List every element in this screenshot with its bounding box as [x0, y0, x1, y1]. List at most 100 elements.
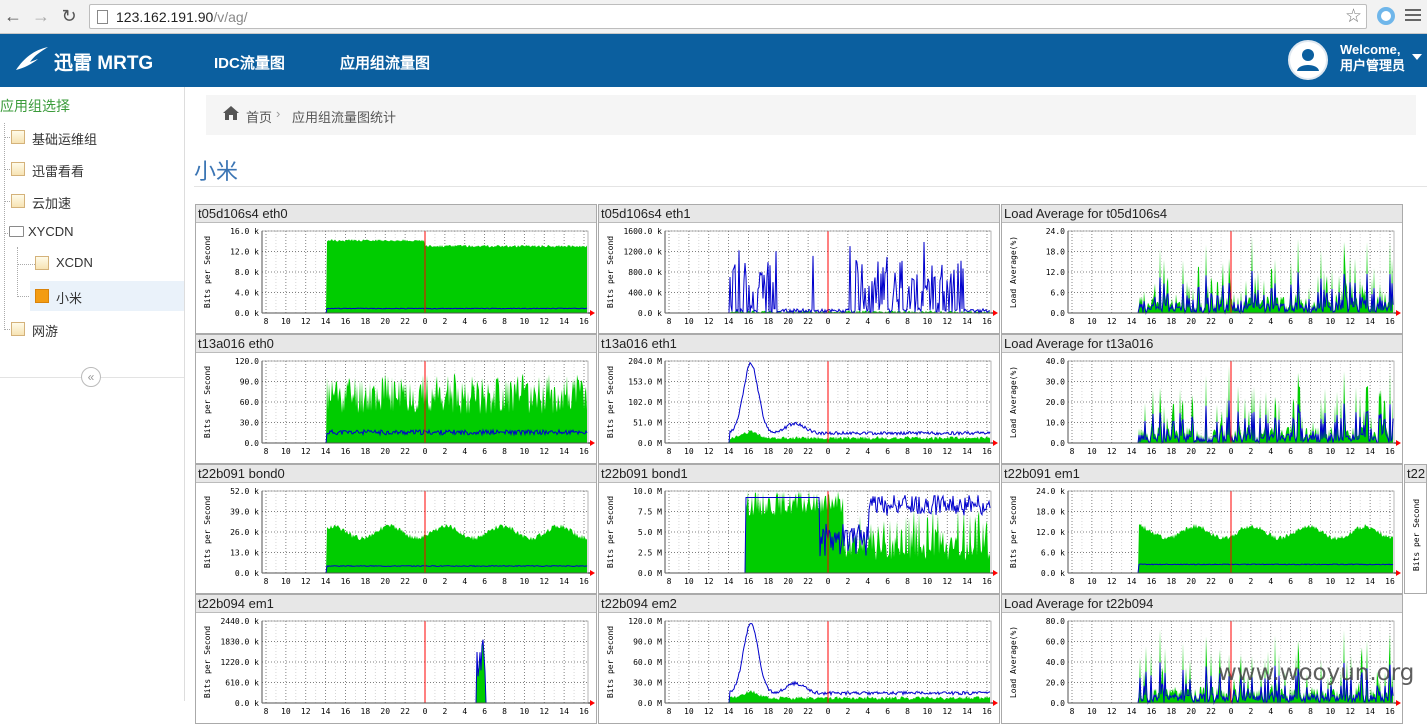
x-tick-label: 12: [942, 577, 952, 586]
browser-menu-icon[interactable]: [1405, 6, 1421, 24]
graph-title: t22b091 bond1: [599, 465, 999, 483]
sidebar-item-base-ops[interactable]: 基础运维组: [0, 122, 184, 152]
x-tick-label: 8: [667, 577, 672, 586]
user-menu[interactable]: Welcome, 用户管理员: [1340, 42, 1405, 74]
x-tick-label: 18: [1167, 447, 1177, 456]
x-tick-label: 10: [923, 317, 933, 326]
x-tick-label: 12: [539, 447, 549, 456]
sidebar-item-xcdn[interactable]: XCDN: [30, 248, 184, 278]
x-tick-label: 10: [684, 577, 694, 586]
traffic-graph[interactable]: t05d106s4 eth0 Bits per Second 16.0 k 12.0 …: [195, 204, 597, 334]
y-tick-label: 18.0: [1046, 248, 1065, 257]
x-tick-label: 16: [982, 577, 992, 586]
traffic-graph[interactable]: Load Average for t13a016 Load Average(%) 4…: [1001, 334, 1403, 464]
traffic-graph[interactable]: Load Average for t22b094 Load Average(%) 8…: [1001, 594, 1403, 724]
back-arrow-icon[interactable]: ←: [2, 5, 24, 27]
x-tick-label: 8: [905, 447, 910, 456]
user-avatar[interactable]: [1288, 40, 1328, 80]
home-icon[interactable]: [222, 105, 240, 121]
x-tick-label: 4: [462, 447, 467, 456]
x-tick-label: 14: [321, 707, 331, 716]
x-tick-label: 0: [1229, 447, 1234, 456]
x-tick-label: 2: [442, 707, 447, 716]
y-tick-label: 12.0 k: [1036, 528, 1065, 537]
traffic-graph-partial[interactable]: t22 Bits per Second: [1404, 464, 1427, 594]
user-icon: [1297, 49, 1319, 71]
x-tick-label: 18: [361, 707, 371, 716]
x-tick-label: 12: [704, 447, 714, 456]
forward-arrow-icon[interactable]: →: [30, 5, 52, 27]
nav-idc-traffic[interactable]: IDC流量图: [214, 52, 285, 73]
traffic-graph[interactable]: t22b091 bond1 Bits per Second 10.0 M 7.5 M 5…: [598, 464, 1000, 594]
graph-plot: Bits per Second1600.0 k1200.0 k800.0 k40…: [599, 223, 999, 333]
brand-name[interactable]: 迅雷 MRTG: [54, 48, 153, 75]
x-tick-label: 4: [462, 577, 467, 586]
caret-down-icon[interactable]: [1412, 54, 1422, 60]
x-tick-label: 22: [1206, 317, 1216, 326]
y-axis-label: Load Average(%): [1009, 366, 1018, 438]
sidebar-item-label: 小米: [56, 291, 83, 306]
x-tick-label: 14: [724, 577, 734, 586]
sidebar-collapse-button[interactable]: «: [81, 367, 101, 387]
y-tick-label: 30.0: [240, 419, 259, 428]
x-tick-label: 8: [1308, 707, 1313, 716]
x-tick-label: 14: [559, 577, 569, 586]
x-tick-label: 6: [1288, 707, 1293, 716]
sidebar-item-online-games[interactable]: 网游: [0, 314, 184, 344]
breadcrumb-home[interactable]: 首页: [246, 107, 272, 126]
y-tick-label: 153.0 M: [628, 378, 662, 387]
x-tick-label: 8: [1070, 447, 1075, 456]
x-tick-label: 6: [482, 707, 487, 716]
x-tick-label: 20: [380, 577, 390, 586]
y-tick-label: 1600.0 k: [623, 227, 662, 236]
x-tick-label: 14: [724, 447, 734, 456]
x-tick-label: 20: [380, 707, 390, 716]
y-tick-label: 0.0 k: [235, 569, 259, 578]
sidebar-item-cloud-accel[interactable]: 云加速: [0, 186, 184, 216]
y-tick-label: 7.5 M: [638, 508, 662, 517]
graph-plot: Load Average(%) 40.0 30.0 20.0 10.0 0.0 8 10 12 1…: [1002, 353, 1402, 463]
x-tick-label: 12: [301, 577, 311, 586]
y-tick-label: 1200.0 k: [623, 248, 662, 257]
traffic-graph[interactable]: t22b094 em1 Bits per Second 2440.0 k 1830.0…: [195, 594, 597, 724]
x-tick-label: 6: [482, 317, 487, 326]
sidebar-item-xunlei-kankan[interactable]: 迅雷看看: [0, 154, 184, 184]
sidebar-item-label: 云加速: [32, 196, 72, 211]
traffic-graph[interactable]: t22b091 bond0 Bits per Second 52.0 k 39.0 k…: [195, 464, 597, 594]
x-tick-label: 8: [264, 447, 269, 456]
traffic-graph[interactable]: t22b094 em2 Bits per Second 120.0 M 90.0 M6…: [598, 594, 1000, 724]
graph-title: t13a016 eth0: [196, 335, 596, 353]
x-tick-label: 18: [361, 447, 371, 456]
watermark: www.wooyun.org: [1218, 660, 1415, 686]
y-tick-label: 12.0: [1046, 268, 1065, 277]
nav-app-group-traffic[interactable]: 应用组流量图: [340, 52, 430, 73]
x-tick-label: 10: [684, 317, 694, 326]
y-axis-label: Bits per Second: [203, 236, 212, 308]
page-title: 小米: [194, 159, 239, 184]
traffic-graph[interactable]: Load Average for t05d106s4 Load Average(%…: [1001, 204, 1403, 334]
sidebar-item-xycdn[interactable]: XYCDN: [0, 217, 184, 247]
x-tick-label: 10: [1087, 317, 1097, 326]
x-tick-label: 16: [744, 707, 754, 716]
y-tick-label: 26.0 k: [230, 528, 259, 537]
url-text[interactable]: 123.162.191.90/v/ag/: [116, 9, 248, 25]
x-tick-label: 4: [865, 707, 870, 716]
sidebar-item-xiaomi[interactable]: 小米: [30, 281, 184, 311]
traffic-graph[interactable]: t05d106s4 eth1 Bits per Second 1600.0 k 120…: [598, 204, 1000, 334]
x-tick-label: 6: [482, 447, 487, 456]
x-tick-label: 0: [1229, 317, 1234, 326]
traffic-graph[interactable]: t22b091 em1 Bits per Second 24.0 k 18.0 k 12…: [1001, 464, 1403, 594]
y-tick-label: 20.0: [1046, 679, 1065, 688]
traffic-graph[interactable]: t13a016 eth1 Bits per Second 204.0 M 153.0 …: [598, 334, 1000, 464]
x-tick-label: 4: [462, 317, 467, 326]
traffic-graph[interactable]: t13a016 eth0 Bits per Second 120.0 90.0 60.0…: [195, 334, 597, 464]
reload-icon[interactable]: ↻: [58, 5, 80, 27]
sidebar-title: 应用组选择: [0, 98, 70, 114]
x-tick-label: 6: [885, 317, 890, 326]
x-tick-label: 14: [962, 707, 972, 716]
bookmark-star-icon[interactable]: ☆: [1345, 5, 1362, 28]
extension-icon[interactable]: [1377, 7, 1395, 25]
address-bar[interactable]: 123.162.191.90/v/ag/ ☆: [89, 4, 1367, 29]
x-tick-label: 20: [783, 447, 793, 456]
graph-plot: Bits per Second 16.0 k 12.0 k 8.0 k 4.0 k 0.0…: [196, 223, 596, 333]
